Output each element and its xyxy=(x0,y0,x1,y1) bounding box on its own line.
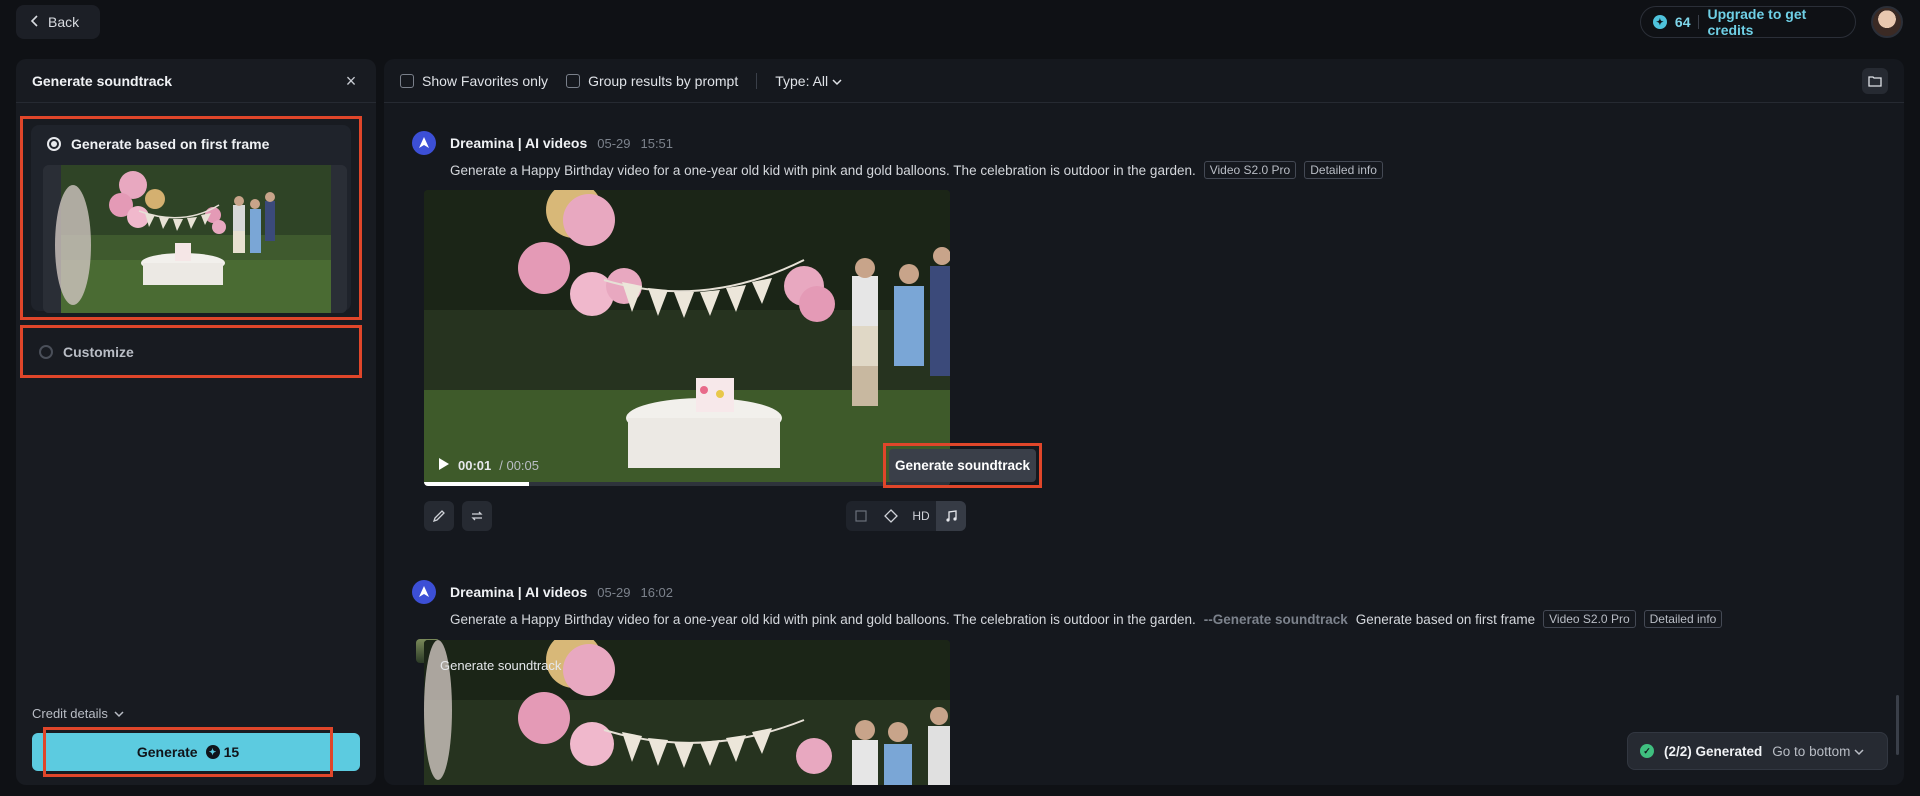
avatar[interactable] xyxy=(1871,6,1903,38)
option-customize-label: Customize xyxy=(63,343,134,360)
soundtrack-mode: --Generate soundtrack xyxy=(1203,611,1348,627)
credits-count: 64 xyxy=(1674,14,1691,30)
video-overlay-label: Generate soundtrack xyxy=(440,658,562,673)
video-player[interactable]: Generate soundtrack xyxy=(424,640,950,785)
entry-header: Dreamina | AI videos 05-29 16:02 xyxy=(412,580,1872,604)
edit-toolbar xyxy=(424,501,492,531)
panel-title: Generate soundtrack xyxy=(32,72,173,89)
author-name: Dreamina | AI videos xyxy=(450,584,588,600)
chevron-left-icon xyxy=(30,14,40,30)
results-area: Show Favorites only Group results by pro… xyxy=(384,59,1904,785)
generation-status: ✓ (2/2) Generated Go to bottom xyxy=(1627,732,1888,770)
entry-header: Dreamina | AI videos 05-29 15:51 xyxy=(412,131,1872,155)
result-entry: Dreamina | AI videos 05-29 16:02 Generat… xyxy=(412,580,1872,630)
top-bar: Back ✦ 64 Upgrade to get credits xyxy=(0,0,1920,52)
edit-icon[interactable] xyxy=(424,501,454,531)
video-controls: 00:01 / 00:05 xyxy=(438,457,539,474)
back-label: Back xyxy=(48,14,80,30)
scrollbar[interactable] xyxy=(1896,695,1899,755)
detailed-info-tag[interactable]: Detailed info xyxy=(1304,161,1383,179)
radio-unselected[interactable] xyxy=(39,344,53,359)
highlight-box: Customize xyxy=(20,325,362,378)
model-tag[interactable]: Video S2.0 Pro xyxy=(1203,161,1297,179)
go-to-bottom-button[interactable]: Go to bottom xyxy=(1772,744,1864,759)
panel-header: Generate soundtrack × xyxy=(16,59,376,103)
chevron-down-icon xyxy=(1854,744,1864,759)
credits-widget: ✦ 64 Upgrade to get credits xyxy=(1640,6,1856,38)
checkbox-box[interactable] xyxy=(400,73,414,88)
option-customize-row[interactable]: Customize xyxy=(23,337,148,367)
option-first-frame-row[interactable]: Generate based on first frame xyxy=(31,125,351,155)
music-icon[interactable] xyxy=(936,501,966,531)
check-circle-icon: ✓ xyxy=(1640,744,1654,758)
dreamina-logo-icon xyxy=(412,131,436,155)
credit-details-label: Credit details xyxy=(32,706,108,721)
back-button[interactable]: Back xyxy=(16,5,100,39)
divider xyxy=(1698,15,1700,29)
regenerate-icon[interactable] xyxy=(462,501,492,531)
generate-label: Generate xyxy=(136,744,198,760)
prompt-row: Generate a Happy Birthday video for a on… xyxy=(450,608,1872,630)
extend-icon[interactable] xyxy=(846,501,876,531)
folder-icon[interactable] xyxy=(1862,68,1888,94)
interpolate-icon[interactable] xyxy=(876,501,906,531)
favorites-label: Show Favorites only xyxy=(422,72,549,89)
detailed-info-tag[interactable]: Detailed info xyxy=(1643,610,1723,628)
close-icon[interactable]: × xyxy=(342,72,360,90)
chevron-down-icon xyxy=(832,73,842,89)
go-to-bottom-label: Go to bottom xyxy=(1772,743,1851,759)
prompt-text: Generate a Happy Birthday video for a on… xyxy=(450,162,1196,178)
type-select[interactable]: Type: All xyxy=(775,73,842,89)
option-first-frame-label: Generate based on first frame xyxy=(71,136,270,152)
favorites-checkbox[interactable]: Show Favorites only xyxy=(400,73,548,89)
divider xyxy=(756,72,758,89)
highlight-box: Generate based on first frame xyxy=(20,116,362,320)
generate-button-container: Generate ✦ 15 xyxy=(32,727,360,777)
entry-date: 05-29 xyxy=(597,584,631,600)
prompt-row: Generate a Happy Birthday video for a on… xyxy=(450,159,1872,181)
duration: / 00:05 xyxy=(499,458,540,473)
model-tag[interactable]: Video S2.0 Pro xyxy=(1543,610,1636,628)
filter-bar: Show Favorites only Group results by pro… xyxy=(384,59,1904,103)
generate-soundtrack-panel: Generate soundtrack × Generate based on … xyxy=(16,59,376,785)
tooltip-label: Generate soundtrack xyxy=(894,458,1031,473)
highlight-box: Generate soundtrack xyxy=(883,443,1042,488)
generate-cost: ✦ 15 xyxy=(205,744,240,760)
type-label: Type: All xyxy=(775,72,829,89)
status-text: (2/2) Generated xyxy=(1664,743,1763,759)
entry-time: 15:51 xyxy=(640,135,674,151)
result-entry: Dreamina | AI videos 05-29 15:51 Generat… xyxy=(412,131,1872,181)
group-checkbox[interactable]: Group results by prompt xyxy=(566,73,738,89)
generate-soundtrack-tooltip: Generate soundtrack xyxy=(889,449,1036,482)
credit-icon: ✦ xyxy=(1653,15,1667,29)
checkbox-box[interactable] xyxy=(566,73,581,88)
play-icon[interactable] xyxy=(438,457,450,474)
hd-button[interactable]: HD xyxy=(906,501,936,531)
generate-button[interactable]: Generate ✦ 15 xyxy=(43,727,333,777)
upgrade-link[interactable]: Upgrade to get credits xyxy=(1707,6,1855,38)
video-frame xyxy=(424,190,950,486)
video-player[interactable]: 00:01 / 00:05 xyxy=(424,190,950,486)
video-actions-toolbar: HD xyxy=(846,501,966,531)
dreamina-logo-icon xyxy=(412,580,436,604)
credit-details-toggle[interactable]: Credit details xyxy=(32,706,124,721)
current-time: 00:01 xyxy=(458,458,492,473)
option-first-frame[interactable]: Generate based on first frame xyxy=(31,125,351,313)
soundtrack-detail: Generate based on first frame xyxy=(1355,611,1536,627)
generate-cost-value: 15 xyxy=(223,744,240,760)
entry-date: 05-29 xyxy=(597,135,631,151)
group-label: Group results by prompt xyxy=(588,72,739,89)
author-name: Dreamina | AI videos xyxy=(450,135,588,151)
radio-selected[interactable] xyxy=(47,137,61,151)
prompt-text: Generate a Happy Birthday video for a on… xyxy=(450,611,1196,627)
first-frame-thumbnail xyxy=(43,165,347,313)
entry-time: 16:02 xyxy=(640,584,674,600)
chevron-down-icon xyxy=(114,706,124,721)
credit-icon: ✦ xyxy=(205,745,220,759)
